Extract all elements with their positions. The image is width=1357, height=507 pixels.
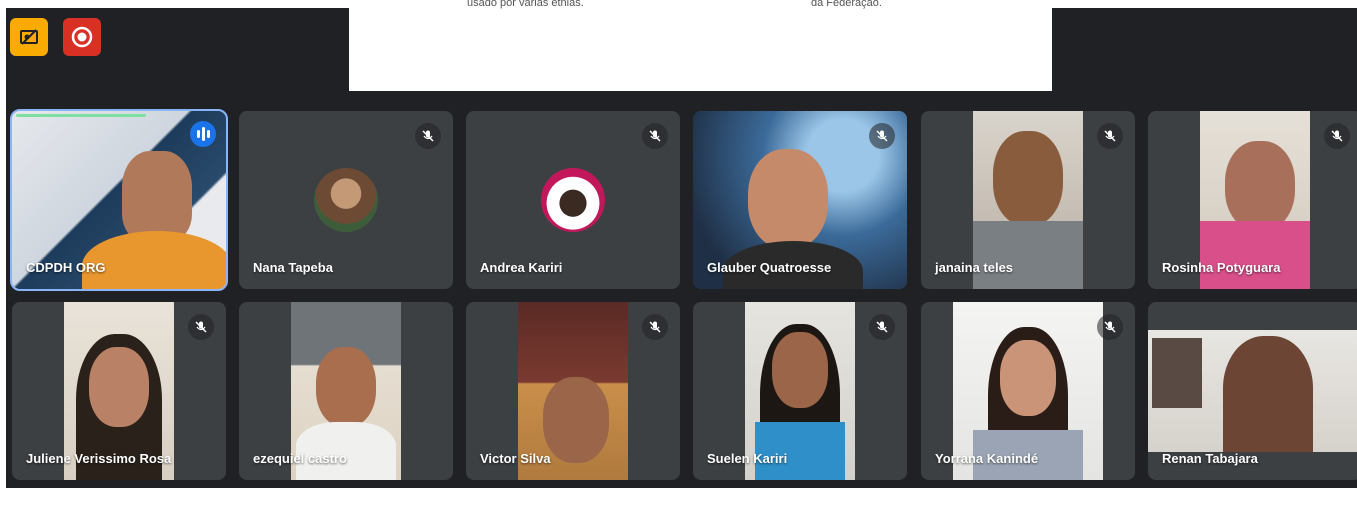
participant-name: CDPDH ORG xyxy=(26,260,106,275)
participant-name: Glauber Quatroesse xyxy=(707,260,832,275)
person-figure xyxy=(122,151,192,241)
person-figure xyxy=(748,149,828,249)
person-figure xyxy=(1000,340,1056,416)
mic-off-icon xyxy=(1324,123,1350,149)
participant-tile-nana-tapeba[interactable]: Nana Tapeba xyxy=(239,111,453,289)
person-clothing xyxy=(1200,221,1310,289)
mic-off-icon xyxy=(869,123,895,149)
mic-off-icon xyxy=(869,314,895,340)
person-figure xyxy=(772,332,828,408)
participant-name: Renan Tabajara xyxy=(1162,451,1258,466)
participant-tile-rosinha-potyguara[interactable]: Rosinha Potyguara xyxy=(1148,111,1357,289)
participant-tile-janaina-teles[interactable]: janaina teles xyxy=(921,111,1135,289)
participant-tile-victor-silva[interactable]: Victor Silva xyxy=(466,302,680,480)
participant-name: Nana Tapeba xyxy=(253,260,333,275)
background-shelf xyxy=(1152,338,1202,408)
person-figure xyxy=(993,131,1063,226)
participant-name: ezequiel castro xyxy=(253,451,347,466)
mic-off-icon xyxy=(1097,123,1123,149)
person-clothing xyxy=(973,221,1083,289)
speaking-indicator-bar xyxy=(16,114,146,117)
participant-name: Suelen Kariri xyxy=(707,451,788,466)
avatar xyxy=(314,168,378,232)
shared-text-left: usado por várias etnias. xyxy=(467,0,584,9)
hide-self-view-icon xyxy=(20,29,38,45)
participant-name: janaina teles xyxy=(935,260,1014,275)
shared-text-right: da Federação. xyxy=(811,0,882,9)
participant-tile-andrea-kariri[interactable]: Andrea Kariri xyxy=(466,111,680,289)
mic-off-icon xyxy=(415,123,441,149)
mic-off-icon xyxy=(188,314,214,340)
hide-self-view-button[interactable] xyxy=(10,18,48,56)
recording-button[interactable] xyxy=(63,18,101,56)
person-figure xyxy=(89,347,149,427)
speaking-icon xyxy=(190,121,216,147)
participant-tile-glauber-quatroesse[interactable]: Glauber Quatroesse xyxy=(693,111,907,289)
participant-name: Rosinha Potyguara xyxy=(1162,260,1281,275)
person-figure xyxy=(316,347,376,427)
participant-name: Victor Silva xyxy=(480,451,551,466)
participant-tile-cdpdh-org[interactable]: CDPDH ORG xyxy=(10,109,228,291)
mic-off-icon xyxy=(642,314,668,340)
person-figure xyxy=(1223,336,1313,452)
mic-off-icon xyxy=(1097,314,1123,340)
meeting-stage: usado por várias etnias. da Federação. C… xyxy=(6,0,1357,488)
mic-off-icon xyxy=(642,123,668,149)
participant-tile-suelen-kariri[interactable]: Suelen Kariri xyxy=(693,302,907,480)
avatar xyxy=(541,168,605,232)
participant-tile-juliene-verissimo-rosa[interactable]: Juliene Verissimo Rosa xyxy=(12,302,226,480)
person-figure xyxy=(543,377,609,463)
participant-name: Andrea Kariri xyxy=(480,260,563,275)
recording-icon xyxy=(71,26,93,48)
participant-name: Yorrana Kanindé xyxy=(935,451,1039,466)
video-feed xyxy=(1148,330,1357,452)
shared-screen-presentation: usado por várias etnias. da Federação. xyxy=(349,0,1052,91)
person-figure xyxy=(1225,141,1295,231)
participant-name: Juliene Verissimo Rosa xyxy=(26,451,172,466)
participant-tile-ezequiel-castro[interactable]: ezequiel castro xyxy=(239,302,453,480)
participant-tile-yorrana-kaninde[interactable]: Yorrana Kanindé xyxy=(921,302,1135,480)
participant-tile-renan-tabajara[interactable]: Renan Tabajara xyxy=(1148,302,1357,480)
